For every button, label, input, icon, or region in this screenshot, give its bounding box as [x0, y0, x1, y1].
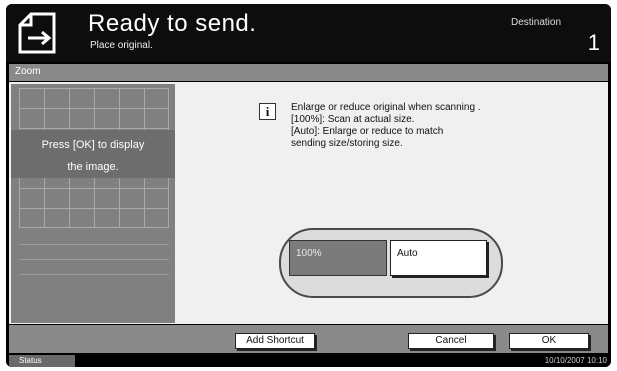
section-title-bar: Zoom: [9, 64, 608, 81]
divider: [19, 274, 169, 275]
info-line: Enlarge or reduce original when scanning…: [291, 102, 481, 113]
page-subtitle: Place original.: [90, 40, 153, 51]
divider: [19, 259, 169, 260]
destination-count: 1: [587, 30, 600, 55]
page-title: Ready to send.: [88, 10, 257, 37]
device-panel: Ready to send. Place original. Destinati…: [6, 4, 611, 367]
preview-message: Press [OK] to display the image.: [11, 134, 175, 178]
info-icon: i: [259, 103, 276, 120]
preview-pane: Press [OK] to display the image.: [11, 84, 175, 323]
zoom-auto-button[interactable]: Auto: [390, 240, 487, 276]
status-datetime: 10/10/2007 10:10: [544, 356, 607, 365]
destination-label: Destination: [511, 17, 562, 28]
ok-button[interactable]: OK: [509, 333, 589, 349]
action-bar: Add Shortcut Cancel OK: [9, 325, 608, 353]
cancel-button[interactable]: Cancel: [408, 333, 494, 349]
zoom-100-label: 100%: [296, 248, 322, 259]
add-shortcut-button[interactable]: Add Shortcut: [235, 333, 315, 349]
zoom-100-button[interactable]: 100%: [289, 240, 387, 276]
info-line: sending size/storing size.: [291, 138, 403, 149]
header: Ready to send. Place original. Destinati…: [6, 4, 611, 62]
info-line: [100%]: Scan at actual size.: [291, 114, 415, 125]
send-document-icon: [18, 12, 56, 54]
preview-message-line: Press [OK] to display: [41, 139, 145, 151]
zoom-auto-label: Auto: [397, 248, 418, 259]
preview-message-line: the image.: [67, 161, 119, 173]
section-title: Zoom: [15, 66, 41, 77]
info-text: Enlarge or reduce original when scanning…: [291, 102, 531, 150]
divider: [19, 244, 169, 245]
status-button[interactable]: Status: [9, 355, 75, 367]
main-content: Press [OK] to display the image. i Enlar…: [9, 82, 608, 324]
info-line: [Auto]: Enlarge or reduce to match: [291, 126, 444, 137]
status-bar: Status 10/10/2007 10:10: [6, 354, 611, 367]
